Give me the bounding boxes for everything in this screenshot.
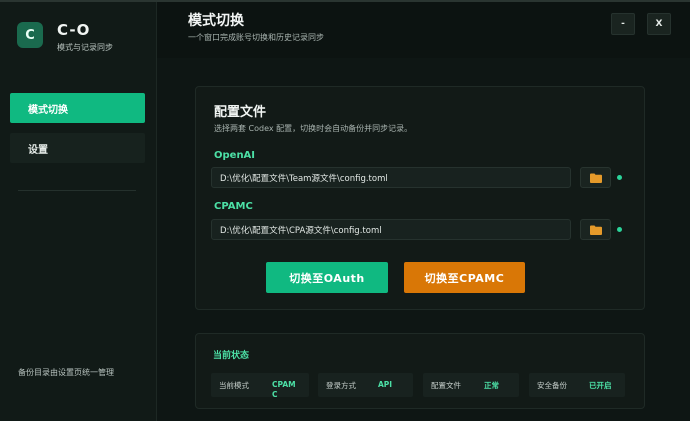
provider-label-openai: OpenAI xyxy=(214,150,256,161)
status-value: API xyxy=(378,380,393,389)
app-logo: C xyxy=(17,22,43,48)
cpamc-path-field[interactable]: D:\优化\配置文件\CPA源文件\config.toml xyxy=(211,219,571,240)
sidebar-item-label: 设置 xyxy=(28,144,48,156)
status-key: 登录方式 xyxy=(326,381,356,390)
openai-browse-button[interactable] xyxy=(580,167,611,188)
folder-icon xyxy=(589,173,602,183)
cpamc-status-dot xyxy=(617,227,622,232)
sidebar-divider xyxy=(18,190,136,191)
sidebar: C C-O 模式与记录同步 模式切换 设置 备份目录由设置页统一管理 xyxy=(0,2,157,421)
status-value: CPAM C xyxy=(272,380,296,399)
switch-cpamc-button[interactable]: 切换至CPAMC xyxy=(404,262,525,293)
status-key: 配置文件 xyxy=(431,381,461,390)
sidebar-item-mode-switch[interactable]: 模式切换 xyxy=(10,93,145,123)
folder-icon xyxy=(589,225,602,235)
page-title: 模式切换 xyxy=(188,13,244,29)
sidebar-item-settings[interactable]: 设置 xyxy=(10,133,145,163)
app-subtitle: 模式与记录同步 xyxy=(57,43,113,52)
openai-status-dot xyxy=(617,175,622,180)
page-subtitle: 一个窗口完成账号切换和历史记录同步 xyxy=(188,33,324,42)
status-item-login: 登录方式 API xyxy=(318,373,413,397)
minimize-button[interactable]: - xyxy=(611,13,635,35)
sidebar-footer-note: 备份目录由设置页统一管理 xyxy=(18,368,114,377)
close-button[interactable]: X xyxy=(647,13,671,35)
status-item-backup: 安全备份 已开启 xyxy=(529,373,625,397)
switch-oauth-button[interactable]: 切换至OAuth xyxy=(266,262,388,293)
status-card xyxy=(195,333,645,409)
config-title: 配置文件 xyxy=(214,105,267,120)
status-key: 当前模式 xyxy=(219,381,249,390)
openai-path-field[interactable]: D:\优化\配置文件\Team源文件\config.toml xyxy=(211,167,571,188)
status-item-mode: 当前模式 CPAM C xyxy=(211,373,309,399)
status-key: 安全备份 xyxy=(537,381,567,390)
config-description: 选择两套 Codex 配置，切换时会自动备份并同步记录。 xyxy=(214,124,413,133)
status-item-config: 配置文件 正常 xyxy=(423,373,519,397)
cpamc-browse-button[interactable] xyxy=(580,219,611,240)
sidebar-item-label: 模式切换 xyxy=(28,104,68,116)
status-title: 当前状态 xyxy=(213,351,250,361)
status-value: 已开启 xyxy=(589,381,612,390)
app-title: C-O xyxy=(57,21,91,39)
provider-label-cpamc: CPAMC xyxy=(214,201,253,212)
status-value: 正常 xyxy=(484,381,499,390)
